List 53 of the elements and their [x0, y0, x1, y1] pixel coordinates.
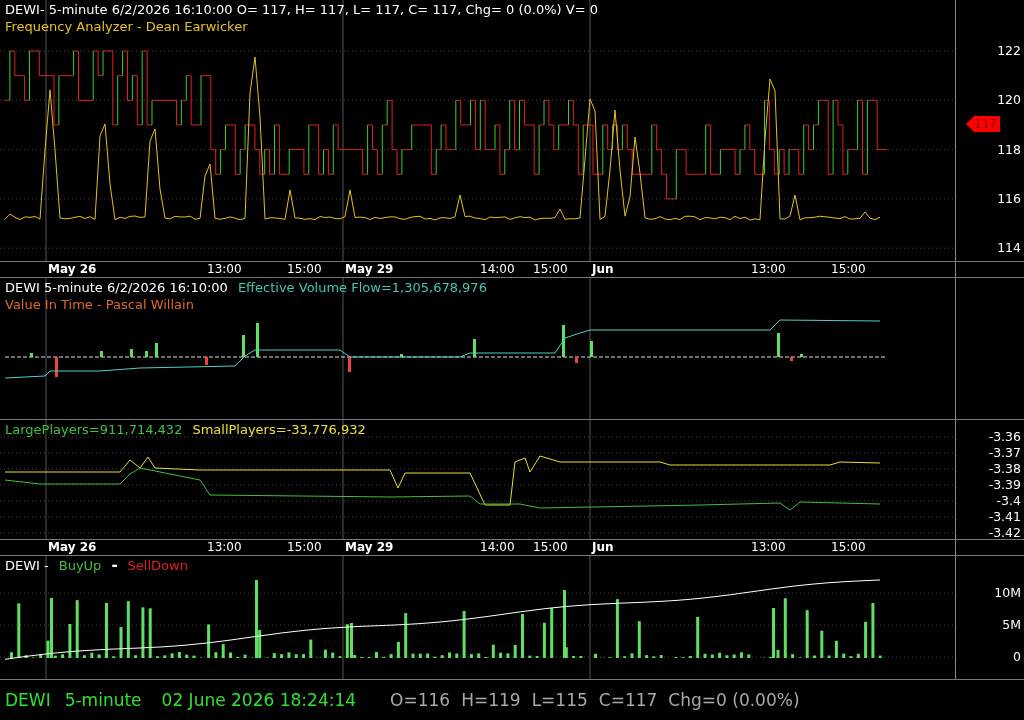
- axis-label: -3.38: [988, 461, 1021, 476]
- axis-label: 116: [997, 190, 1021, 206]
- legend-text: DEWI- 5-minute 6/2/2026 16:10:00 O= 117, H= 117, L= 117, C= 117, Chg= 0 (0.0%) V= 0: [5, 1, 598, 18]
- axis-label: -3.37: [988, 445, 1021, 460]
- quote-text: L=115: [531, 690, 588, 710]
- price-tag: 117: [966, 116, 1000, 132]
- date-label: 15:00: [533, 540, 568, 555]
- date-label: 14:00: [480, 262, 515, 277]
- legend-text: SellDown: [127, 557, 188, 574]
- quote-text: H=119: [461, 690, 521, 710]
- quote-text: O=116: [390, 690, 451, 710]
- date-label: May 29: [345, 540, 394, 555]
- symbol-text: DEWI: [5, 690, 51, 710]
- date-label: 15:00: [831, 540, 866, 555]
- date-label: May 26: [48, 540, 97, 555]
- axis-label: 118: [997, 141, 1021, 157]
- axis-label: 5M: [1002, 617, 1021, 632]
- legend-text: Effective Volume Flow=1,305,678,976: [237, 279, 487, 296]
- axis-label: 114: [997, 240, 1021, 256]
- legend-text: -: [111, 557, 118, 574]
- date-label: 13:00: [751, 540, 786, 555]
- date-label: 13:00: [207, 540, 242, 555]
- legend-text: SmallPlayers=-33,776,932: [192, 421, 366, 438]
- date-label: 15:00: [287, 540, 322, 555]
- date-label: 13:00: [207, 262, 242, 277]
- datetime-text: 02 June 2026 18:24:14: [161, 690, 357, 710]
- legend-text: DEWI 5-minute 6/2/2026 16:10:00: [5, 279, 228, 296]
- interval-text: 5-minute: [64, 690, 142, 710]
- axis-label: -3.42: [988, 525, 1021, 540]
- date-label: 15:00: [287, 262, 322, 277]
- date-label: Jun: [592, 262, 614, 277]
- legend-text: Frequency Analyzer - Dean Earwicker: [5, 18, 248, 35]
- axis-label: -3.36: [988, 429, 1021, 444]
- date-label: Jun: [592, 540, 614, 555]
- date-label: May 29: [345, 262, 394, 277]
- quote-text: C=117: [598, 690, 658, 710]
- axis-label: -3.4: [996, 493, 1021, 508]
- quote-text: Chg=0 (0.00%): [668, 690, 800, 710]
- legend-text: BuyUp: [58, 557, 102, 574]
- axis-label: 120: [997, 92, 1021, 108]
- date-label: 15:00: [831, 262, 866, 277]
- date-label: May 26: [48, 262, 97, 277]
- legend-text: LargePlayers=911,714,432: [5, 421, 183, 438]
- date-label: 14:00: [480, 540, 515, 555]
- axis-label: 122: [997, 43, 1021, 58]
- axis-label: 10M: [994, 585, 1021, 600]
- date-label: 13:00: [751, 262, 786, 277]
- legend-text: Value In Time - Pascal Willain: [5, 296, 194, 313]
- axis-label: -3.41: [988, 509, 1021, 524]
- legend-text: DEWI -: [5, 557, 49, 574]
- axis-label: -3.39: [988, 477, 1021, 492]
- axis-label: 0: [1013, 649, 1021, 664]
- date-label: 15:00: [533, 262, 568, 277]
